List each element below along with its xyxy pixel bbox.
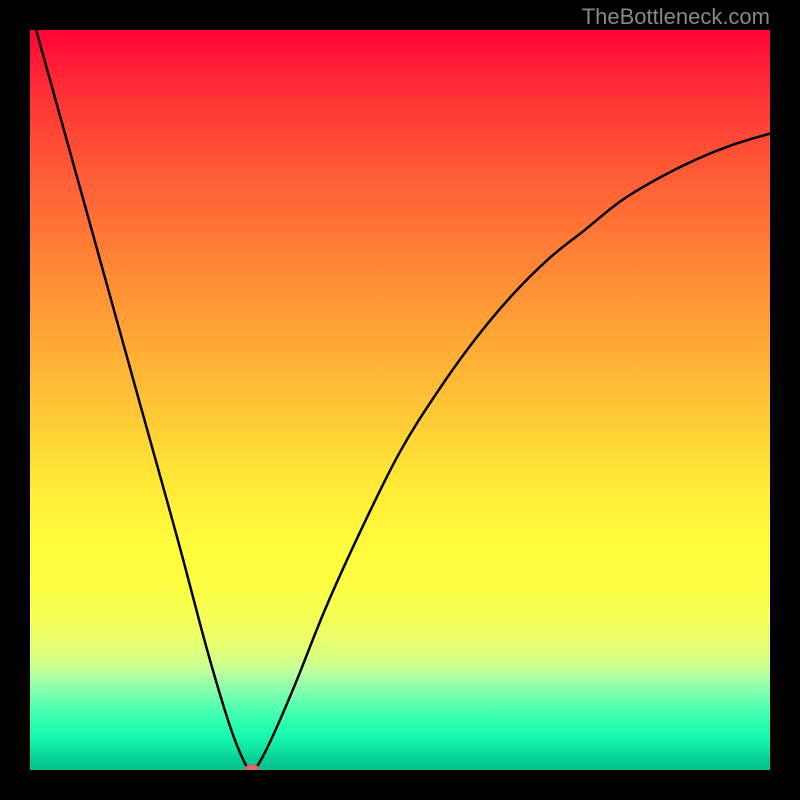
chart-curve-svg [30,30,770,770]
minimum-marker [244,764,260,770]
chart-plot-area [30,30,770,770]
watermark-text: TheBottleneck.com [582,4,770,30]
bottleneck-curve-line [30,30,770,770]
